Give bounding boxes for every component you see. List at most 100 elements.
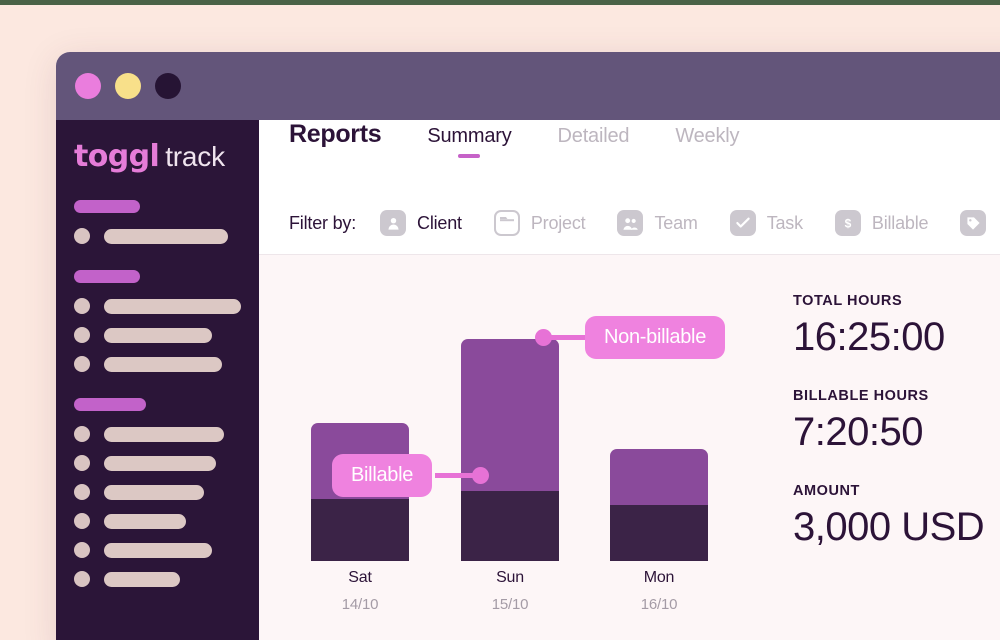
svg-text:$: $ bbox=[845, 216, 852, 230]
sidebar-item-label bbox=[104, 228, 228, 244]
bar-label-day: Sat bbox=[348, 569, 372, 586]
bar-segment-billable bbox=[610, 505, 708, 561]
top-accent-strip bbox=[0, 0, 1000, 5]
callout-knob-billable bbox=[472, 467, 489, 484]
sidebar-group-heading bbox=[74, 270, 140, 283]
sidebar-item-label bbox=[104, 298, 241, 314]
page-title: Reports bbox=[289, 120, 382, 148]
bullet-icon bbox=[74, 455, 90, 471]
filter-client[interactable]: Client bbox=[380, 210, 462, 236]
bar-label-date: 14/10 bbox=[341, 596, 379, 613]
filter-client-label: Client bbox=[417, 212, 462, 233]
bullet-icon bbox=[74, 327, 90, 343]
close-dot[interactable] bbox=[75, 73, 101, 99]
bar-segment-billable bbox=[461, 491, 559, 561]
summary-bar-chart: Sat 14/10 Sun 15/10 Mon 16/10 Non-billab… bbox=[259, 255, 759, 627]
tab-weekly[interactable]: Weekly bbox=[675, 125, 739, 152]
bar-stack[interactable] bbox=[610, 449, 708, 561]
sidebar-item[interactable] bbox=[74, 455, 241, 471]
folder-icon bbox=[493, 210, 520, 236]
filter-tag[interactable] bbox=[960, 210, 987, 236]
minimize-dot[interactable] bbox=[115, 73, 141, 99]
report-content: Sat 14/10 Sun 15/10 Mon 16/10 Non-billab… bbox=[259, 255, 1000, 627]
sidebar-item[interactable] bbox=[74, 542, 241, 558]
stat-value: 16:25:00 bbox=[793, 315, 945, 359]
sidebar-item[interactable] bbox=[74, 513, 241, 529]
tag-icon bbox=[960, 210, 987, 236]
bullet-icon bbox=[74, 356, 90, 372]
stat-label: BILLABLE HOURS bbox=[793, 388, 929, 404]
sidebar-group-2 bbox=[74, 270, 241, 372]
stat-amount: AMOUNT 3,000 USD bbox=[793, 483, 985, 550]
callout-nonbillable[interactable]: Non-billable bbox=[585, 316, 726, 359]
filter-billable-label: Billable bbox=[871, 212, 929, 233]
sidebar-item[interactable] bbox=[74, 356, 241, 372]
tab-active-underline bbox=[458, 154, 481, 158]
sidebar-group-1 bbox=[74, 200, 241, 244]
filter-task-label: Task bbox=[766, 212, 803, 233]
filter-project[interactable]: Project bbox=[493, 210, 586, 236]
bar-label-day: Mon bbox=[643, 569, 675, 586]
tab-summary[interactable]: Summary bbox=[427, 125, 512, 158]
app-logo[interactable]: toggl track bbox=[74, 139, 241, 174]
maximize-dot[interactable] bbox=[155, 73, 181, 99]
app-window: toggl track Reports Summary Detailed Wee… bbox=[56, 52, 1000, 640]
logo-brand: toggl bbox=[74, 139, 160, 174]
sidebar: toggl track bbox=[56, 120, 259, 640]
sidebar-item[interactable] bbox=[74, 426, 241, 442]
summary-stats: TOTAL HOURS 16:25:00 BILLABLE HOURS 7:20… bbox=[793, 293, 985, 578]
sidebar-item-label bbox=[104, 356, 222, 372]
filter-bar: Filter by: Client Project Team Task $ Bi… bbox=[289, 192, 1000, 254]
filter-billable[interactable]: $ Billable bbox=[834, 210, 929, 236]
bar-label-date: 15/10 bbox=[491, 596, 529, 613]
bullet-icon bbox=[74, 426, 90, 442]
sidebar-group-3 bbox=[74, 398, 241, 587]
stat-value: 7:20:50 bbox=[793, 410, 923, 454]
window-titlebar bbox=[56, 52, 1000, 120]
sidebar-item-label bbox=[104, 426, 224, 442]
sidebar-item[interactable] bbox=[74, 327, 241, 343]
sidebar-item-label bbox=[104, 542, 212, 558]
tab-detailed[interactable]: Detailed bbox=[558, 125, 630, 152]
stat-value: 3,000 USD bbox=[793, 505, 985, 549]
filter-task[interactable]: Task bbox=[729, 210, 803, 236]
bar-label-day: Sun bbox=[496, 569, 524, 586]
sidebar-item[interactable] bbox=[74, 228, 241, 244]
bullet-icon bbox=[74, 571, 90, 587]
sidebar-item-label bbox=[104, 455, 216, 471]
sidebar-group-heading bbox=[74, 398, 146, 411]
stat-label: AMOUNT bbox=[793, 483, 860, 499]
sidebar-item-label bbox=[104, 327, 212, 343]
stat-billable-hours: BILLABLE HOURS 7:20:50 bbox=[793, 388, 984, 455]
sidebar-item-label bbox=[104, 484, 204, 500]
main-area: Reports Summary Detailed Weekly Filter b… bbox=[259, 120, 1000, 640]
callout-billable[interactable]: Billable bbox=[332, 454, 433, 497]
bar-segment-nonbillable bbox=[610, 449, 708, 505]
filter-team[interactable]: Team bbox=[617, 210, 698, 236]
bar-stack[interactable] bbox=[461, 339, 559, 561]
person-icon bbox=[380, 210, 407, 236]
logo-product: track bbox=[165, 141, 225, 172]
sidebar-item[interactable] bbox=[74, 484, 241, 500]
filter-team-label: Team bbox=[654, 212, 698, 233]
tabs-row: Reports Summary Detailed Weekly bbox=[289, 120, 1000, 192]
checkbox-icon bbox=[729, 210, 756, 236]
sidebar-group-heading bbox=[74, 200, 140, 213]
dollar-icon: $ bbox=[834, 210, 861, 236]
bar-label-date: 16/10 bbox=[640, 596, 678, 613]
sidebar-item[interactable] bbox=[74, 571, 241, 587]
header-band: Reports Summary Detailed Weekly Filter b… bbox=[259, 120, 1000, 254]
filter-project-label: Project bbox=[530, 212, 586, 233]
tab-summary-label: Summary bbox=[427, 125, 512, 147]
sidebar-item[interactable] bbox=[74, 298, 241, 314]
bullet-icon bbox=[74, 484, 90, 500]
callout-knob-nonbillable bbox=[535, 329, 552, 346]
stat-label: TOTAL HOURS bbox=[793, 293, 903, 309]
bullet-icon bbox=[74, 542, 90, 558]
bullet-icon bbox=[74, 228, 90, 244]
stat-total-hours: TOTAL HOURS 16:25:00 bbox=[793, 293, 984, 360]
sidebar-item-label bbox=[104, 513, 186, 529]
sidebar-item-label bbox=[104, 571, 180, 587]
bullet-icon bbox=[74, 513, 90, 529]
bullet-icon bbox=[74, 298, 90, 314]
